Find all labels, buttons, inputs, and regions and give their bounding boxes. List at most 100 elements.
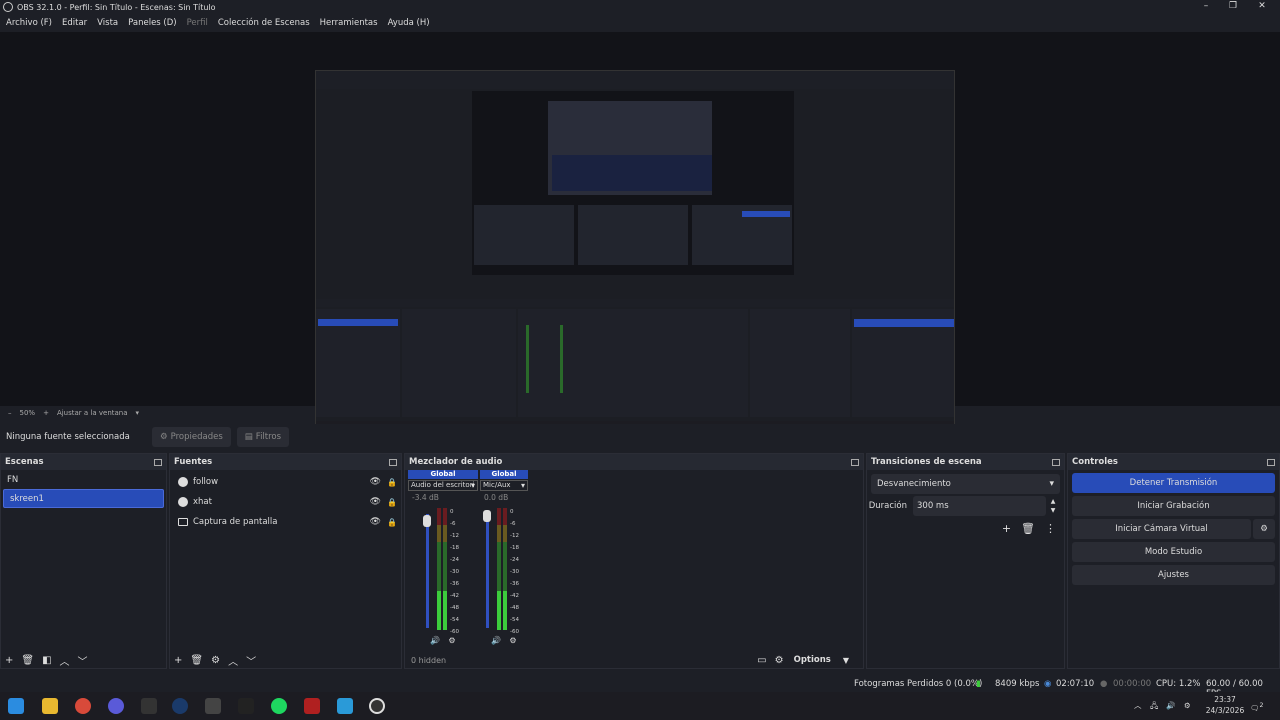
tick-label: -42 — [450, 593, 459, 599]
source-properties-icon[interactable]: ⚙ — [211, 655, 220, 666]
gear-icon: ⚙ — [160, 432, 168, 442]
channel-name: Global — [480, 470, 528, 479]
settings-button[interactable]: Ajustes — [1072, 565, 1275, 585]
undock-icon[interactable] — [154, 458, 162, 466]
lock-icon[interactable]: 🔒 — [387, 518, 397, 527]
move-up-icon[interactable]: ︿ — [60, 653, 70, 668]
preview-canvas[interactable] — [0, 32, 1280, 434]
remove-source-icon[interactable]: 🗑 — [190, 655, 203, 666]
menu-archivo[interactable]: Archivo (F) — [6, 18, 52, 28]
channel-device-select[interactable]: Mic/Aux — [480, 480, 528, 491]
menu-paneles[interactable]: Paneles (D) — [128, 18, 176, 28]
transition-type-select[interactable]: Desvanecimiento — [871, 474, 1060, 494]
scene-item-fn[interactable]: FN — [1, 470, 166, 489]
scene-item-skreen1[interactable]: skreen1 — [3, 489, 164, 508]
undock-icon[interactable] — [851, 458, 859, 466]
lock-icon[interactable]: 🔒 — [387, 498, 397, 507]
virtualcam-settings-icon[interactable]: ⚙ — [1253, 519, 1275, 539]
filters-button[interactable]: ▤ Filtros — [236, 427, 290, 447]
move-down-icon[interactable]: ﹀ — [78, 653, 88, 668]
channel-settings-icon[interactable]: ⚙ — [448, 636, 455, 645]
start-virtualcam-button[interactable]: Iniciar Cámara Virtual — [1072, 519, 1251, 539]
transitions-header: Transiciones de escena — [867, 454, 1064, 470]
volume-slider-knob[interactable] — [423, 515, 431, 527]
undock-icon[interactable] — [389, 458, 397, 466]
clock[interactable]: 23:37 24/3/2026 — [1202, 694, 1248, 716]
channel-name: Global — [408, 470, 478, 479]
volume-slider-knob[interactable] — [483, 510, 491, 522]
zoom-out-button[interactable]: – — [8, 409, 12, 417]
speaker-icon[interactable]: 🔊 — [430, 636, 440, 645]
discord-icon[interactable] — [108, 698, 124, 714]
maximize-button[interactable]: ❐ — [1219, 0, 1247, 14]
channel-settings-icon[interactable]: ⚙ — [509, 636, 516, 645]
lock-icon[interactable]: 🔒 — [387, 478, 397, 487]
duration-spinner[interactable]: ▲ ▼ — [1046, 497, 1060, 515]
zoom-dropdown-icon[interactable]: ▾ — [136, 409, 140, 417]
capcut-icon[interactable] — [238, 698, 254, 714]
undock-icon[interactable] — [1267, 458, 1275, 466]
close-button[interactable]: ✕ — [1248, 0, 1276, 14]
properties-button[interactable]: ⚙ Propiedades — [152, 427, 231, 447]
fit-window-label[interactable]: Ajustar a la ventana — [57, 409, 128, 417]
source-item-captura[interactable]: Captura de pantalla 👁 🔒 — [170, 512, 401, 532]
notification-count: 2 — [1259, 702, 1264, 709]
menu-bar: Archivo (F) Editar Vista Paneles (D) Per… — [0, 16, 434, 30]
undock-icon[interactable] — [1052, 458, 1060, 466]
epic-games-icon[interactable] — [141, 698, 157, 714]
stop-stream-button[interactable]: Detener Transmisión — [1072, 473, 1275, 493]
network-icon[interactable]: 🖧 — [1150, 700, 1158, 711]
visibility-eye-icon[interactable]: 👁 — [370, 477, 381, 487]
add-scene-icon[interactable]: + — [5, 655, 13, 666]
speaker-icon[interactable]: 🔊 — [491, 636, 501, 645]
menu-herramientas[interactable]: Herramientas — [320, 18, 378, 28]
menu-perfil[interactable]: Perfil — [187, 18, 208, 28]
meter-ticks: 0 -6 -12 -18 -24 -30 -36 -42 -48 -54 -60 — [510, 506, 519, 638]
x-app-icon[interactable] — [304, 698, 320, 714]
menu-editar[interactable]: Editar — [62, 18, 87, 28]
notification-icon[interactable]: 🗨2 — [1250, 700, 1264, 714]
more-icon[interactable]: ⋮ — [1045, 522, 1056, 535]
studio-mode-button[interactable]: Modo Estudio — [1072, 542, 1275, 562]
spotify-icon[interactable] — [271, 698, 287, 714]
f-app-icon[interactable] — [337, 698, 353, 714]
remove-scene-icon[interactable]: 🗑 — [21, 655, 34, 666]
source-item-follow[interactable]: follow 👁 🔒 — [170, 472, 401, 492]
volume-meter: 0 -6 -12 -18 -24 -30 -36 -42 -48 -54 -60 — [480, 508, 528, 635]
layout-icon[interactable]: ▭ — [757, 655, 766, 666]
settings-tray-icon[interactable]: ⚙ — [1184, 700, 1191, 711]
windows-start-icon[interactable] — [8, 698, 24, 714]
obs-taskbar-icon[interactable] — [369, 698, 385, 714]
link-icon[interactable]: ⚙ — [775, 655, 784, 666]
record-icon: ● — [1100, 679, 1108, 689]
move-up-icon[interactable]: ︿ — [228, 653, 238, 668]
app-icon[interactable] — [205, 698, 221, 714]
minimize-button[interactable]: – — [1192, 0, 1220, 14]
volume-slider-track[interactable] — [426, 514, 429, 628]
source-item-xhat[interactable]: xhat 👁 🔒 — [170, 492, 401, 512]
remove-transition-icon[interactable]: 🗑 — [1021, 522, 1035, 535]
steam-icon[interactable] — [172, 698, 188, 714]
move-down-icon[interactable]: ﹀ — [246, 653, 256, 668]
add-source-icon[interactable]: + — [174, 655, 182, 666]
menu-ayuda[interactable]: Ayuda (H) — [388, 18, 430, 28]
visibility-eye-icon[interactable]: 👁 — [370, 497, 381, 507]
duration-input[interactable]: 300 ms — [913, 496, 1046, 516]
volume-slider-track[interactable] — [486, 514, 489, 628]
add-transition-icon[interactable]: + — [1002, 522, 1011, 535]
menu-coleccion-escenas[interactable]: Colección de Escenas — [218, 18, 310, 28]
zoom-in-button[interactable]: + — [43, 409, 49, 417]
browser-icon — [178, 477, 188, 487]
scene-filters-icon[interactable]: ◧ — [42, 655, 51, 666]
menu-vista[interactable]: Vista — [97, 18, 118, 28]
tray-chevron-icon[interactable]: ︿ — [1134, 700, 1142, 711]
file-explorer-icon[interactable] — [42, 698, 58, 714]
chrome-icon[interactable] — [75, 698, 91, 714]
visibility-eye-icon[interactable]: 👁 — [370, 517, 381, 527]
channel-device-select[interactable]: Audio del escritori — [408, 480, 478, 491]
options-button[interactable]: Options — [794, 655, 831, 665]
tick-label: -6 — [450, 521, 456, 527]
volume-icon[interactable]: 🔊 — [1166, 700, 1175, 711]
start-recording-button[interactable]: Iniciar Grabación — [1072, 496, 1275, 516]
chevron-down-icon[interactable]: ▼ — [843, 656, 849, 665]
